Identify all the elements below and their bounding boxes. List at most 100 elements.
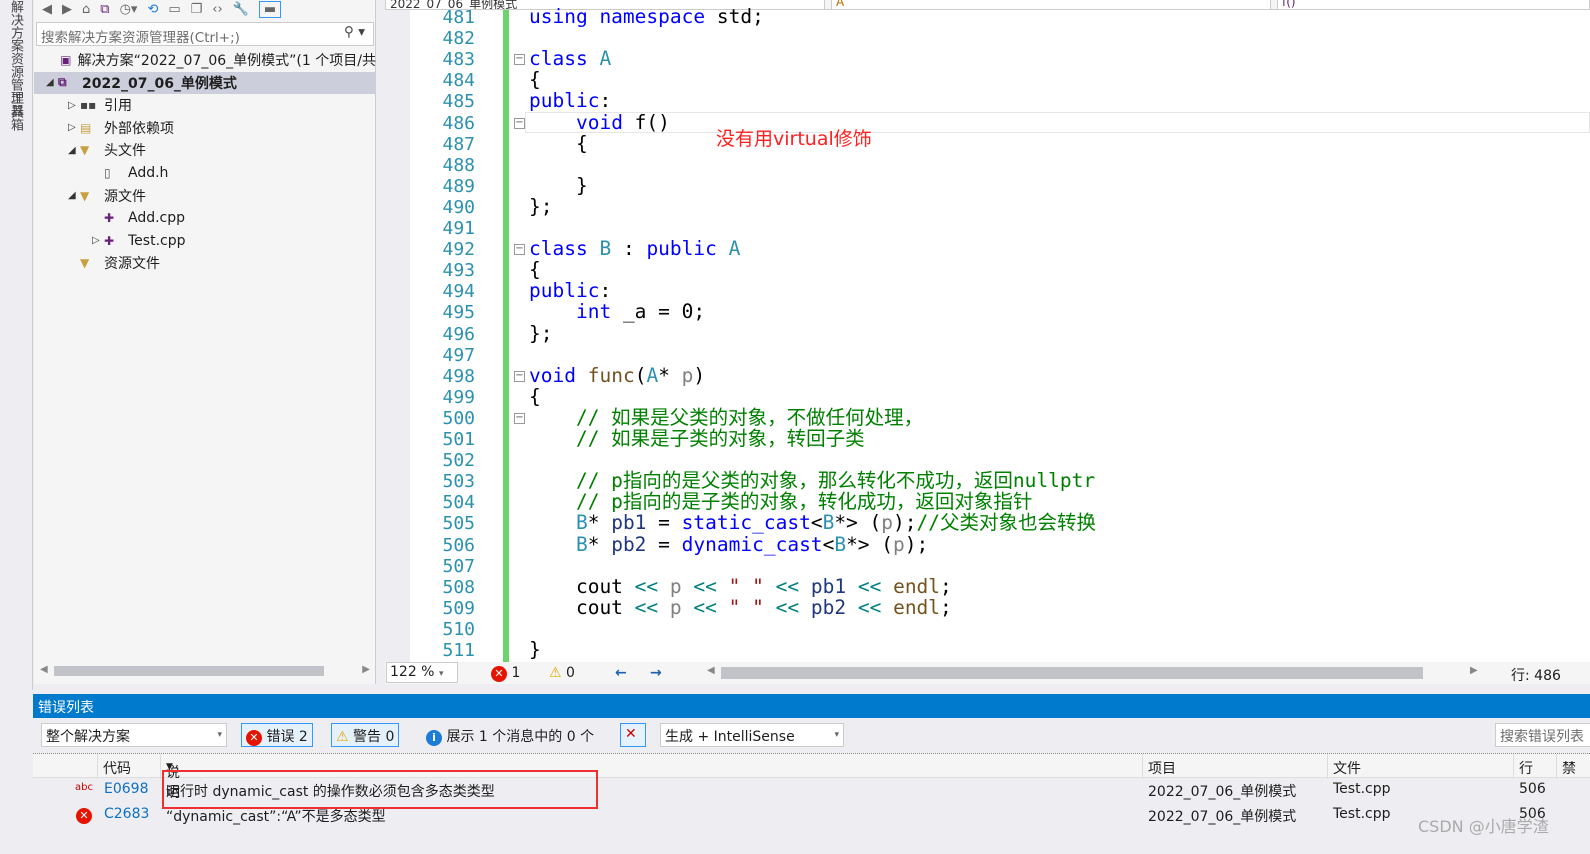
collapse-icon[interactable]: − bbox=[514, 54, 525, 66]
code-line[interactable]: cout << p << " " << pb2 << endl; bbox=[529, 597, 952, 618]
column-project[interactable]: 项目 bbox=[1148, 758, 1176, 778]
code-line[interactable]: // p指向的是子类的对象，转化成功，返回对象指针 bbox=[529, 491, 1032, 512]
column-suppression[interactable]: 禁 bbox=[1562, 758, 1576, 778]
tree-item[interactable]: ◢ ⧉ 2022_07_06_单例模式 bbox=[34, 71, 376, 94]
code-line[interactable]: void func(A* p) bbox=[529, 365, 705, 386]
warning-count[interactable]: ⚠ 0 bbox=[549, 665, 575, 681]
code-line[interactable]: } bbox=[529, 639, 541, 660]
tree-item[interactable]: ▷ ✚ Test.cpp bbox=[34, 230, 376, 252]
warning-icon: ⚠ bbox=[549, 665, 562, 681]
back-icon[interactable]: ◀ bbox=[42, 2, 52, 17]
tree-item[interactable]: ▣ 解决方案“2022_07_06_单例模式”(1 个项目/共 bbox=[34, 49, 376, 71]
sync-icon[interactable]: ⟲ bbox=[147, 2, 158, 17]
error-count[interactable]: ✕ 1 bbox=[491, 665, 520, 682]
code-line[interactable]: }; bbox=[529, 196, 552, 217]
error-count-value: 1 bbox=[511, 665, 521, 681]
forward-icon[interactable]: ▶ bbox=[62, 2, 72, 17]
tree-item[interactable]: ✚ Add.cpp bbox=[34, 207, 376, 229]
code-line[interactable]: class A bbox=[529, 48, 611, 69]
expander-icon[interactable]: ◢ bbox=[68, 190, 80, 201]
expander-icon[interactable]: ▷ bbox=[68, 100, 80, 111]
error-code[interactable]: E0698 bbox=[104, 781, 148, 797]
column-file[interactable]: 文件 bbox=[1333, 758, 1361, 778]
code-line[interactable]: // p指向的是父类的对象，那么转化不成功，返回nullptr bbox=[529, 470, 1095, 491]
preview-icon[interactable]: ▬ bbox=[258, 0, 282, 18]
column-code[interactable]: 代码 bbox=[103, 758, 131, 778]
code-line[interactable]: public: bbox=[529, 280, 611, 301]
scope-dropdown[interactable]: 整个解决方案 ▾ bbox=[41, 723, 227, 747]
messages-filter-toggle[interactable]: i 展示 1 个消息中的 0 个 bbox=[421, 723, 599, 747]
tree-item-label: Test.cpp bbox=[128, 232, 186, 249]
next-issue-icon[interactable]: → bbox=[650, 665, 662, 681]
code-icon[interactable]: ‹› bbox=[212, 2, 222, 17]
warning-icon: ⚠ bbox=[336, 729, 349, 745]
scroll-left-icon[interactable]: ◀ bbox=[707, 665, 715, 676]
error-icon: ✕ bbox=[246, 730, 262, 746]
vs-switch-icon[interactable]: ⧉ bbox=[100, 2, 109, 17]
code-line[interactable]: cout << p << " " << pb1 << endl; bbox=[529, 576, 952, 597]
code-editor[interactable]: 2022_07_06_单例模式 A f() 481 using namespace… bbox=[385, 0, 1590, 662]
expander-icon[interactable]: ◢ bbox=[68, 145, 80, 156]
code-line[interactable]: class B : public A bbox=[529, 238, 740, 259]
expander-icon[interactable]: ▷ bbox=[68, 122, 80, 133]
expander-icon[interactable]: ▷ bbox=[92, 235, 104, 246]
tree-item[interactable]: ◢ ▼ 头文件 bbox=[34, 139, 376, 161]
code-token: ; bbox=[940, 595, 952, 619]
zoom-dropdown[interactable]: 122 % ▾ bbox=[386, 662, 458, 683]
tree-item[interactable]: ▯ Add.h bbox=[34, 162, 376, 184]
errors-filter-toggle[interactable]: ✕ 错误 2 bbox=[241, 723, 313, 747]
code-token: endl bbox=[893, 574, 941, 598]
search-icon[interactable]: ⚲ ▾ bbox=[344, 24, 365, 40]
error-code[interactable]: C2683 bbox=[104, 806, 149, 822]
code-line[interactable]: B* pb2 = dynamic_cast<B*> (p); bbox=[529, 534, 928, 555]
code-line[interactable]: // 如果是父类的对象，不做任何处理， bbox=[529, 407, 923, 428]
code-line[interactable]: { bbox=[529, 69, 541, 90]
code-line[interactable]: int _a = 0; bbox=[529, 301, 705, 322]
code-line[interactable]: B* pb1 = static_cast<B*> (p);//父类对象也会转换 bbox=[529, 512, 1096, 533]
code-line[interactable]: public: bbox=[529, 90, 611, 111]
collapse-icon[interactable]: − bbox=[514, 412, 525, 424]
collapse-icon[interactable]: − bbox=[514, 244, 525, 256]
expander-icon[interactable]: ◢ bbox=[46, 77, 58, 88]
horizontal-scrollbar[interactable] bbox=[721, 667, 1423, 679]
class-dropdown[interactable]: A bbox=[831, 0, 1271, 9]
wrench-icon[interactable]: 🔧 bbox=[233, 2, 249, 17]
history-icon[interactable]: ◷▾ bbox=[120, 2, 138, 17]
code-line[interactable]: void f() bbox=[529, 112, 670, 133]
tree-item[interactable]: ▷ ▤ 外部依赖项 bbox=[34, 117, 376, 139]
warnings-filter-toggle[interactable]: ⚠ 警告 0 bbox=[331, 723, 400, 747]
search-placeholder: 搜索解决方案资源管理器(Ctrl+;) bbox=[41, 30, 240, 46]
code-line[interactable]: { bbox=[529, 386, 541, 407]
previous-issue-icon[interactable]: ← bbox=[615, 665, 627, 681]
tree-item[interactable]: ◢ ▼ 源文件 bbox=[34, 185, 376, 207]
side-tab-toolbox[interactable]: 工具箱 bbox=[6, 92, 25, 131]
code-token: void bbox=[529, 363, 576, 387]
code-line[interactable]: { bbox=[529, 133, 588, 154]
clear-filter-icon[interactable]: ✕ bbox=[620, 723, 646, 747]
code-line[interactable]: // 如果是子类的对象，转回子类 bbox=[529, 428, 865, 449]
copy-icon[interactable]: ❐ bbox=[191, 2, 203, 17]
code-token: ); bbox=[893, 511, 917, 535]
collapse-icon[interactable]: − bbox=[514, 117, 525, 129]
tree-item[interactable]: ▷ ▪▪ 引用 bbox=[34, 94, 376, 116]
solution-search-input[interactable]: 搜索解决方案资源管理器(Ctrl+;) ⚲ ▾ bbox=[36, 22, 374, 46]
horizontal-scrollbar[interactable]: ◀ ▶ bbox=[40, 664, 370, 678]
collapse-icon[interactable]: − bbox=[514, 370, 525, 382]
code-token: * bbox=[587, 532, 612, 556]
tree-item[interactable]: ▼ 资源文件 bbox=[34, 252, 376, 274]
home-icon[interactable]: ⌂ bbox=[82, 2, 90, 17]
code-line[interactable]: } bbox=[529, 175, 588, 196]
scroll-right-icon[interactable]: ▶ bbox=[1470, 665, 1478, 676]
collapse-icon[interactable]: ▭ bbox=[168, 2, 180, 17]
code-token: public bbox=[646, 237, 717, 261]
error-search-input[interactable]: 搜索错误列表 bbox=[1495, 723, 1590, 747]
code-line[interactable]: }; bbox=[529, 323, 552, 344]
code-line[interactable]: using namespace std; bbox=[529, 6, 764, 27]
member-dropdown[interactable]: f() bbox=[1277, 0, 1590, 9]
source-dropdown[interactable]: 生成 + IntelliSense ▾ bbox=[660, 723, 844, 747]
column-line[interactable]: 行 bbox=[1519, 758, 1533, 778]
code-line[interactable]: { bbox=[529, 259, 541, 280]
